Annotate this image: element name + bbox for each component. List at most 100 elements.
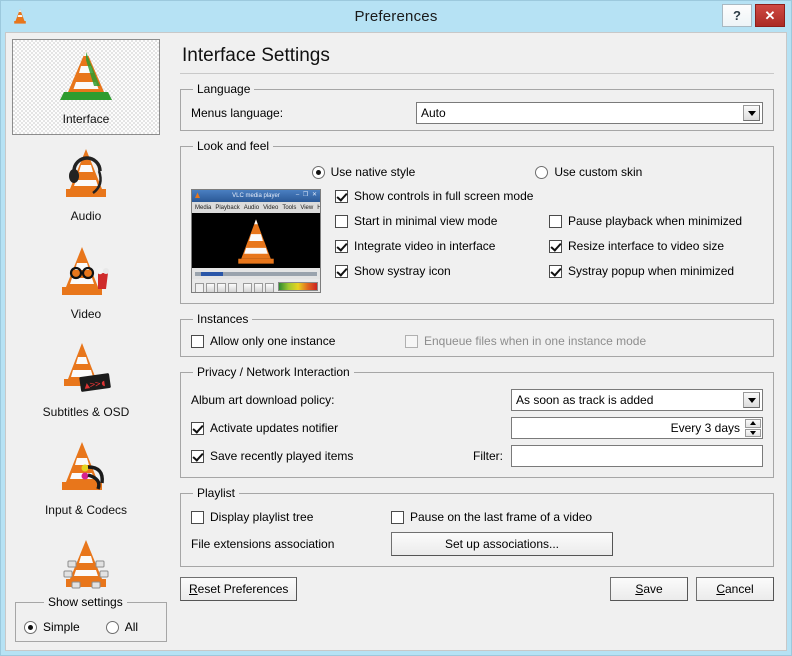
updates-interval-spinbox[interactable]: Every 3 days xyxy=(511,417,763,439)
page-title: Interface Settings xyxy=(182,45,330,66)
pause-last-frame-checkbox[interactable]: Pause on the last frame of a video xyxy=(391,510,592,524)
title-divider xyxy=(180,73,774,74)
radio-indicator xyxy=(105,620,119,634)
use-native-style-radio[interactable]: Use native style xyxy=(311,165,416,179)
allow-one-instance-checkbox[interactable]: Allow only one instance xyxy=(191,334,391,348)
display-playlist-tree-checkbox[interactable]: Display playlist tree xyxy=(191,510,391,524)
systray-popup-checkbox[interactable]: Systray popup when minimized xyxy=(549,264,763,278)
preview-seek-fill xyxy=(201,271,223,276)
integrate-video-checkbox[interactable]: Integrate video in interface xyxy=(335,239,535,253)
extended-icon xyxy=(254,282,263,292)
menus-language-select[interactable]: Auto xyxy=(416,102,763,124)
radio-indicator xyxy=(311,165,325,179)
vlc-cone-headphones-icon xyxy=(66,149,106,197)
accelerator-letter: S xyxy=(635,582,644,596)
setup-associations-button[interactable]: Set up associations... xyxy=(391,532,613,556)
filter-input[interactable] xyxy=(511,445,763,467)
radio-label: All xyxy=(124,620,139,634)
chevron-down-icon[interactable] xyxy=(743,105,760,121)
show-settings-all-radio[interactable]: All xyxy=(105,620,139,634)
playlist-icon xyxy=(265,282,274,292)
checkbox-indicator xyxy=(405,334,418,348)
reset-preferences-button[interactable]: Reset Preferences xyxy=(180,577,298,601)
show-settings-title: Show settings xyxy=(44,595,127,609)
save-button[interactable]: Save xyxy=(610,577,688,601)
settings-main-panel: Interface Settings Language Menus langua… xyxy=(166,33,786,650)
enqueue-files-checkbox: Enqueue files when in one instance mode xyxy=(405,334,646,348)
checkbox-indicator xyxy=(335,239,348,253)
album-art-policy-select[interactable]: As soon as track is added xyxy=(511,389,763,411)
preview-menu-item: View xyxy=(300,204,314,211)
play-icon xyxy=(195,282,204,292)
updates-interval-value: Every 3 days xyxy=(511,417,763,439)
show-controls-fullscreen-checkbox[interactable]: Show controls in full screen mode xyxy=(335,189,763,203)
svg-text:▲>>◖: ▲>>◖ xyxy=(84,379,107,392)
checkbox-indicator xyxy=(391,510,404,524)
checkbox-indicator xyxy=(191,334,204,348)
help-button[interactable]: ? xyxy=(722,4,752,27)
save-recently-played-checkbox[interactable]: Save recently played items xyxy=(191,449,446,463)
sidebar-item-subtitles-osd[interactable]: ▲>>◖ Subtitles & OSD xyxy=(12,333,160,429)
checkbox-indicator xyxy=(191,421,204,435)
preview-menu-item: Audio xyxy=(243,204,260,211)
checkbox-label: Show systray icon xyxy=(354,264,451,278)
vlc-cone-cables-icon xyxy=(62,442,104,490)
next-icon xyxy=(228,282,237,292)
checkbox-indicator xyxy=(335,214,348,228)
sidebar-item-label: Input & Codecs xyxy=(44,503,128,517)
use-custom-skin-radio[interactable]: Use custom skin xyxy=(535,165,642,179)
instances-group: Instances Allow only one instance Enqueu… xyxy=(180,312,774,357)
settings-sidebar: Interface Audio Video ▲>>◖ Subtitles & O… xyxy=(6,33,167,650)
look-and-feel-group: Look and feel Use native style Use custo… xyxy=(180,139,774,304)
vlc-media-player-preview: VLC media player – ❐ ✕ Media Playback Au… xyxy=(191,189,321,293)
vlc-cone-subtitles-icon: ▲>>◖ xyxy=(64,343,111,392)
sidebar-item-interface[interactable]: Interface xyxy=(12,39,160,135)
sidebar-item-input-codecs[interactable]: Input & Codecs xyxy=(12,431,160,527)
checkbox-label: Resize interface to video size xyxy=(568,239,725,253)
window-title: Preferences xyxy=(354,8,438,25)
activate-updates-notifier-checkbox[interactable]: Activate updates notifier xyxy=(191,421,511,435)
chevron-down-icon[interactable] xyxy=(743,392,760,408)
checkbox-indicator xyxy=(335,264,348,278)
spinner-down-icon[interactable] xyxy=(745,428,761,437)
close-button[interactable]: ✕ xyxy=(755,4,785,27)
checkbox-indicator xyxy=(191,449,204,463)
window-controls: ? ✕ xyxy=(722,4,785,27)
preview-menu-item: Tools xyxy=(282,204,297,211)
previous-icon xyxy=(206,282,215,292)
title-bar: Preferences ? ✕ xyxy=(1,1,791,32)
resize-interface-checkbox[interactable]: Resize interface to video size xyxy=(549,239,763,253)
preview-video-area xyxy=(192,213,320,268)
sidebar-item-audio[interactable]: Audio xyxy=(12,137,160,233)
spinner-buttons[interactable] xyxy=(745,419,761,437)
start-minimal-view-checkbox[interactable]: Start in minimal view mode xyxy=(335,214,535,228)
pause-when-minimized-checkbox[interactable]: Pause playback when minimized xyxy=(549,214,763,228)
volume-slider xyxy=(278,282,318,291)
file-association-label: File extensions association xyxy=(191,537,335,551)
show-systray-icon-checkbox[interactable]: Show systray icon xyxy=(335,264,535,278)
preview-menu-bar: Media Playback Audio Video Tools View He… xyxy=(192,202,320,213)
fullscreen-icon xyxy=(243,282,252,292)
spinner-up-icon[interactable] xyxy=(745,419,761,428)
accelerator-letter: C xyxy=(716,582,725,596)
playlist-legend: Playlist xyxy=(197,486,236,500)
radio-indicator xyxy=(535,165,549,179)
vlc-cone-icon xyxy=(195,192,200,198)
checkbox-indicator xyxy=(549,214,562,228)
menus-language-value: Auto xyxy=(421,106,446,120)
preview-seek-bar xyxy=(192,268,320,279)
button-label: ancel xyxy=(724,582,754,596)
preview-menu-item: Video xyxy=(263,204,279,211)
checkbox-label: Integrate video in interface xyxy=(354,239,496,253)
sidebar-item-video[interactable]: Video xyxy=(12,235,160,331)
filter-label: Filter: xyxy=(473,449,503,463)
show-settings-simple-radio[interactable]: Simple xyxy=(24,620,80,634)
checkbox-label: Display playlist tree xyxy=(210,510,314,524)
vlc-cone-keys-icon xyxy=(63,540,109,589)
language-group: Language Menus language: Auto xyxy=(180,82,774,131)
radio-label: Use custom skin xyxy=(554,165,643,179)
cancel-button[interactable]: Cancel xyxy=(696,577,774,601)
radio-label: Use native style xyxy=(330,165,416,179)
preview-menu-item: Help xyxy=(317,205,320,211)
preferences-window: Preferences ? ✕ Interface Audio Video ▲>… xyxy=(0,0,792,656)
